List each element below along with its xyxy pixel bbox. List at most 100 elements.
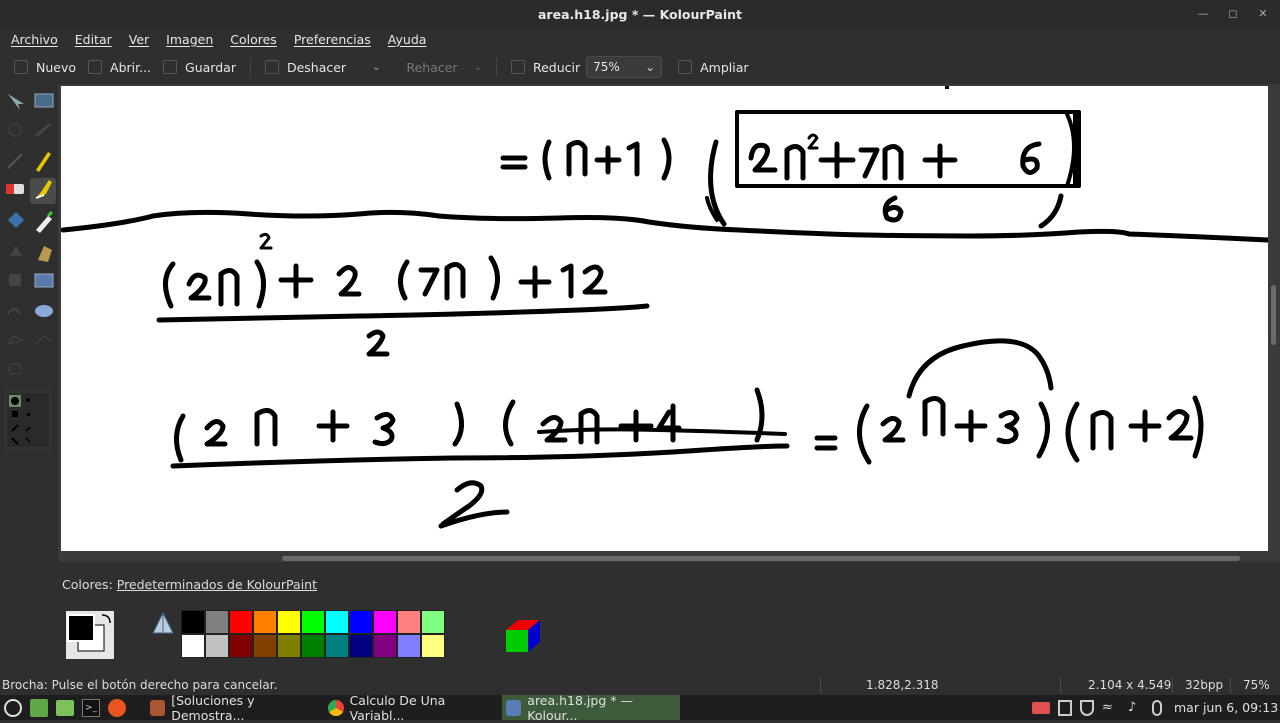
chevron-down-icon[interactable]: ⌄ — [474, 62, 482, 73]
microphone-icon[interactable] — [1152, 699, 1162, 716]
kolourpaint-icon — [506, 699, 522, 716]
menu-colores[interactable]: Colores — [230, 32, 277, 47]
fill-bucket-icon[interactable] — [8, 212, 24, 228]
brush-size-medium[interactable] — [26, 398, 30, 402]
polyline-icon[interactable] — [35, 335, 53, 345]
camera-icon[interactable] — [1032, 701, 1050, 714]
folder-icon[interactable] — [56, 699, 74, 716]
open-button[interactable]: Abrir... — [82, 54, 157, 80]
palette-swatch[interactable] — [349, 634, 373, 658]
palette-swatch[interactable] — [277, 634, 301, 658]
terminal-icon[interactable]: >_ — [82, 698, 100, 717]
menu-editar[interactable]: Editar — [75, 32, 112, 47]
palette-swatch[interactable] — [301, 634, 325, 658]
palette-swatch[interactable] — [205, 634, 229, 658]
maximize-icon[interactable]: ◻ — [1224, 4, 1242, 22]
palette-swatch[interactable] — [325, 610, 349, 634]
palette-swatch[interactable] — [349, 610, 373, 634]
color-cube-icon[interactable] — [150, 611, 176, 637]
lasso-icon[interactable] — [8, 123, 22, 137]
spraycan-icon[interactable] — [38, 246, 52, 262]
vertical-scrollbar[interactable] — [1271, 285, 1276, 345]
palette-swatch[interactable] — [205, 610, 229, 634]
shield-icon[interactable] — [1080, 699, 1094, 716]
palette-swatch[interactable] — [373, 634, 397, 658]
status-zoom: 75% — [1243, 678, 1270, 692]
zoom-select[interactable]: 75% ⌄ — [586, 56, 663, 78]
zoom-tool-icon[interactable] — [35, 122, 51, 138]
color-scheme-link[interactable]: Predeterminados de KolourPaint — [117, 577, 317, 592]
palette-swatch[interactable] — [397, 634, 421, 658]
foreground-background-colors[interactable] — [66, 611, 114, 659]
brush-size-square[interactable] — [12, 411, 18, 417]
line-tool-icon[interactable] — [7, 153, 23, 169]
ellipse-icon[interactable] — [35, 305, 53, 317]
chrome-icon — [328, 699, 344, 716]
task-calculo[interactable]: Calculo De Una Variabl... — [324, 693, 500, 723]
system-tray: ≈ ♪ mar jun 6, 09:13 — [1032, 695, 1278, 720]
color-swatch-graphic — [66, 611, 114, 659]
palette-swatch[interactable] — [373, 610, 397, 634]
palette-swatch[interactable] — [181, 634, 205, 658]
palette-swatch[interactable] — [229, 634, 253, 658]
cursor-position: 1.828,2.318 — [866, 678, 939, 692]
menu-bar: Archivo Editar Ver Imagen Colores Prefer… — [0, 28, 1280, 50]
brush-size-small-square[interactable] — [27, 413, 30, 416]
polygon-icon[interactable] — [6, 335, 24, 345]
palette-swatch[interactable] — [253, 610, 277, 634]
clipboard-icon[interactable] — [1058, 699, 1072, 716]
select-rect-icon[interactable] — [34, 93, 54, 108]
palette-swatch[interactable] — [301, 610, 325, 634]
tools-graphics — [5, 92, 56, 449]
color-picker-icon[interactable] — [36, 210, 54, 233]
desktop-icon[interactable] — [30, 698, 48, 717]
wifi-icon[interactable]: ≈ — [1102, 700, 1120, 715]
eraser-icon[interactable] — [6, 184, 24, 194]
palette-swatch[interactable] — [253, 634, 277, 658]
clock[interactable]: mar jun 6, 09:13 — [1174, 700, 1278, 715]
task-soluciones[interactable]: [Soluciones y Demostra... — [146, 693, 324, 723]
airbrush-icon[interactable] — [10, 246, 22, 256]
menu-ayuda[interactable]: Ayuda — [388, 32, 427, 47]
selection-tool-icon[interactable] — [6, 92, 26, 110]
redo-button[interactable]: Rehacer ⌄ — [400, 54, 488, 80]
palette-swatch[interactable] — [397, 610, 421, 634]
curve-icon[interactable] — [7, 308, 21, 315]
close-icon[interactable]: ✕ — [1254, 4, 1272, 22]
menu-icon[interactable] — [4, 698, 22, 717]
chevron-down-icon[interactable]: ⌄ — [372, 62, 380, 73]
menu-preferencias[interactable]: Preferencias — [294, 32, 371, 47]
palette-swatch[interactable] — [181, 610, 205, 634]
palette-swatch[interactable] — [229, 610, 253, 634]
horizontal-scrollbar[interactable] — [282, 556, 1240, 561]
palette-swatch[interactable] — [421, 634, 445, 658]
rgb-cube-icon[interactable] — [504, 616, 542, 654]
undo-icon — [264, 60, 279, 74]
menu-ver[interactable]: Ver — [129, 32, 149, 47]
menu-archivo[interactable]: Archivo — [11, 32, 58, 47]
main-toolbar: Nuevo Abrir... Guardar Deshacer ⌄ Rehacer… — [0, 52, 1280, 82]
rounded-rect-icon[interactable] — [8, 363, 22, 375]
task-kolourpaint[interactable]: area.h18.jpg * — Kolour... — [502, 693, 680, 723]
chevron-down-icon: ⌄ — [645, 60, 656, 74]
rectangle-icon[interactable] — [34, 273, 54, 288]
pencil-icon[interactable] — [36, 152, 51, 172]
new-button[interactable]: Nuevo — [8, 54, 82, 80]
save-button[interactable]: Guardar — [157, 54, 242, 80]
undo-button[interactable]: Deshacer ⌄ — [259, 54, 387, 80]
palette-swatch[interactable] — [325, 634, 349, 658]
open-folder-icon — [88, 60, 103, 74]
drawing-canvas[interactable] — [61, 86, 1268, 551]
launcher-tray: >_ — [4, 695, 126, 720]
palette-swatch[interactable] — [421, 610, 445, 634]
ubuntu-icon[interactable] — [108, 698, 126, 717]
text-tool-icon[interactable] — [9, 274, 21, 286]
tool-box — [0, 86, 58, 466]
zoom-out-button[interactable]: Reducir — [505, 54, 586, 80]
palette-swatch[interactable] — [277, 610, 301, 634]
toolbar-separator — [495, 57, 497, 77]
minimize-icon[interactable]: — — [1194, 4, 1212, 22]
zoom-in-button[interactable]: Ampliar — [672, 54, 754, 80]
volume-icon[interactable]: ♪ — [1128, 700, 1144, 715]
menu-imagen[interactable]: Imagen — [166, 32, 213, 47]
